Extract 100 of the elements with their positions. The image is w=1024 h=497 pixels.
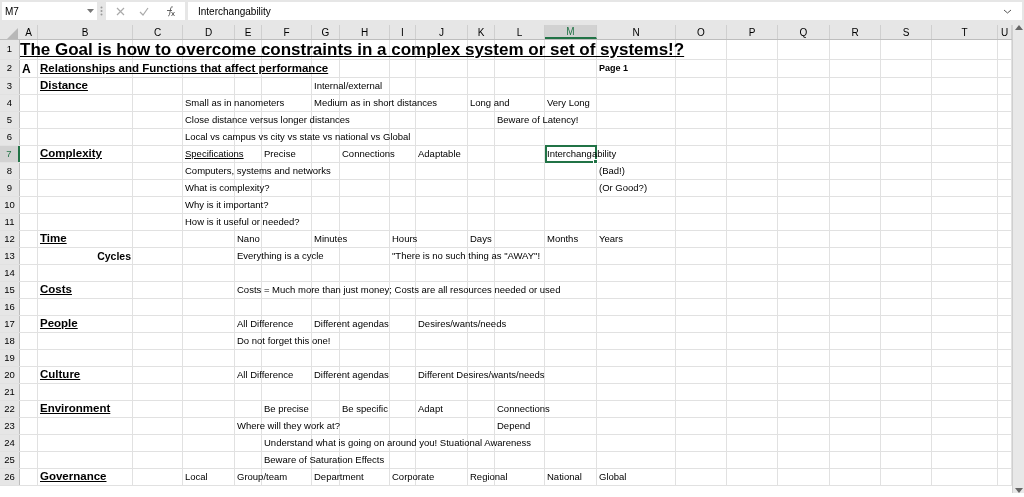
fill-handle-icon[interactable] [593, 159, 598, 164]
cell-text: Corporate [391, 472, 435, 482]
cell-text: Specifications [184, 149, 244, 159]
row-header[interactable]: 17 [0, 316, 20, 332]
row-header[interactable]: 8 [0, 163, 20, 179]
cell-text: Hours [391, 234, 418, 244]
row-header[interactable]: 26 [0, 469, 20, 485]
cell-text: Department [313, 472, 364, 482]
cell-text: Understand what is going on around you! Stuational Awareness [263, 438, 532, 448]
row-header[interactable]: 22 [0, 401, 20, 417]
column-header[interactable]: C [133, 25, 183, 39]
column-header[interactable]: H [340, 25, 390, 39]
cell-text: Connections [496, 404, 550, 414]
row-header[interactable]: 18 [0, 333, 20, 349]
cell-text: Minutes [313, 234, 348, 244]
row-header[interactable]: 6 [0, 129, 20, 145]
cell-text: Costs [39, 284, 72, 296]
column-header[interactable]: A [20, 25, 38, 39]
column-header[interactable]: R [830, 25, 881, 39]
row-header[interactable]: 14 [0, 265, 20, 281]
cell-text: Medium as in short distances [313, 98, 438, 108]
row-header[interactable]: 19 [0, 350, 20, 366]
column-header[interactable]: D [183, 25, 235, 39]
row-header[interactable]: 9 [0, 180, 20, 196]
row-header[interactable]: 10 [0, 197, 20, 213]
column-header[interactable]: T [932, 25, 998, 39]
cell-text: (Or Good?) [598, 183, 648, 193]
cell-text: Long and [469, 98, 510, 108]
cell-text: Different agendas [313, 319, 389, 329]
cell-text: Governance [39, 471, 107, 483]
column-header[interactable]: I [390, 25, 416, 39]
check-icon[interactable] [139, 6, 149, 16]
cell-text: Small as in nanometers [184, 98, 285, 108]
row-header[interactable]: 23 [0, 418, 20, 434]
row-header[interactable]: 2 [0, 60, 20, 77]
cell-text: Nano [236, 234, 260, 244]
row-header[interactable]: 25 [0, 452, 20, 468]
cell-text: How is it useful or needed? [184, 217, 300, 227]
cell-text: Different agendas [313, 370, 389, 380]
row-header[interactable]: 4 [0, 95, 20, 111]
cell-text: Local [184, 472, 208, 482]
row-header[interactable]: 7 [0, 146, 20, 162]
scroll-down-icon[interactable] [1014, 488, 1023, 493]
row-header[interactable]: 21 [0, 384, 20, 400]
column-header[interactable]: E [235, 25, 262, 39]
cell-text: Connections [341, 149, 395, 159]
cell-text: Costs = Much more than just money; Costs are all resources needed or used [236, 285, 561, 295]
column-header[interactable]: F [262, 25, 312, 39]
row-header[interactable]: 15 [0, 282, 20, 298]
row-header[interactable]: 3 [0, 78, 20, 94]
cell-text: Beware of Latency! [496, 115, 579, 125]
cell-text: Close distance versus longer distances [184, 115, 350, 125]
column-header[interactable]: J [416, 25, 468, 39]
cell-text: "There is no such thing as "AWAY"! [391, 251, 541, 261]
cell-text: Everything is a cycle [236, 251, 324, 261]
cell-text: Computers, systems and networks [184, 166, 331, 176]
row-header[interactable]: 13 [0, 248, 20, 264]
column-header[interactable]: M [545, 25, 597, 39]
row-header[interactable]: 24 [0, 435, 20, 451]
name-box[interactable]: M7 [2, 2, 97, 20]
column-header[interactable]: P [727, 25, 778, 39]
cell-text: A [21, 62, 31, 75]
cell-text: Different Desires/wants/needs [417, 370, 545, 380]
row-header[interactable]: 1 [0, 40, 20, 59]
cell-text: Very Long [546, 98, 590, 108]
column-header[interactable]: Q [778, 25, 830, 39]
row-header[interactable]: 12 [0, 231, 20, 247]
column-header[interactable]: B [38, 25, 133, 39]
column-header[interactable]: G [312, 25, 340, 39]
cell-text: Environment [39, 403, 111, 415]
cell-text: Desires/wants/needs [417, 319, 507, 329]
cell-text: Relationships and Functions that affect performance [39, 62, 329, 75]
expand-chevron-icon[interactable] [1003, 8, 1012, 14]
vertical-scrollbar[interactable] [1012, 25, 1024, 493]
cell-text: Beware of Saturation Effects [263, 455, 385, 465]
cell-text: Do not forget this one! [236, 336, 331, 346]
cell-text: Regional [469, 472, 508, 482]
grip-dots-icon [100, 6, 103, 16]
row-header[interactable]: 16 [0, 299, 20, 315]
cell-text: Distance [39, 80, 88, 92]
row-header[interactable]: 11 [0, 214, 20, 230]
cell-text: Precise [263, 149, 296, 159]
column-header[interactable]: S [881, 25, 932, 39]
cell-text: Years [598, 234, 623, 244]
formula-input[interactable]: Interchangability [188, 2, 1022, 20]
cell-text: Be specific [341, 404, 388, 414]
cell-text: Be precise [263, 404, 309, 414]
cell-text: Days [469, 234, 492, 244]
row-header[interactable]: 20 [0, 367, 20, 383]
cell-text: Cycles [97, 250, 132, 262]
column-header[interactable]: K [468, 25, 495, 39]
column-header[interactable]: O [676, 25, 727, 39]
cell-text: The Goal is how to overcome constraints in a complex system or set of systems!? [20, 41, 685, 58]
cell-text: (Bad!) [598, 166, 625, 176]
cell-text: National [546, 472, 582, 482]
cell-text: Internal/external [313, 81, 383, 91]
cell-text: All Difference [236, 370, 294, 380]
row-header[interactable]: 5 [0, 112, 20, 128]
cell-text: People [39, 318, 78, 330]
column-header[interactable]: N [597, 25, 676, 39]
